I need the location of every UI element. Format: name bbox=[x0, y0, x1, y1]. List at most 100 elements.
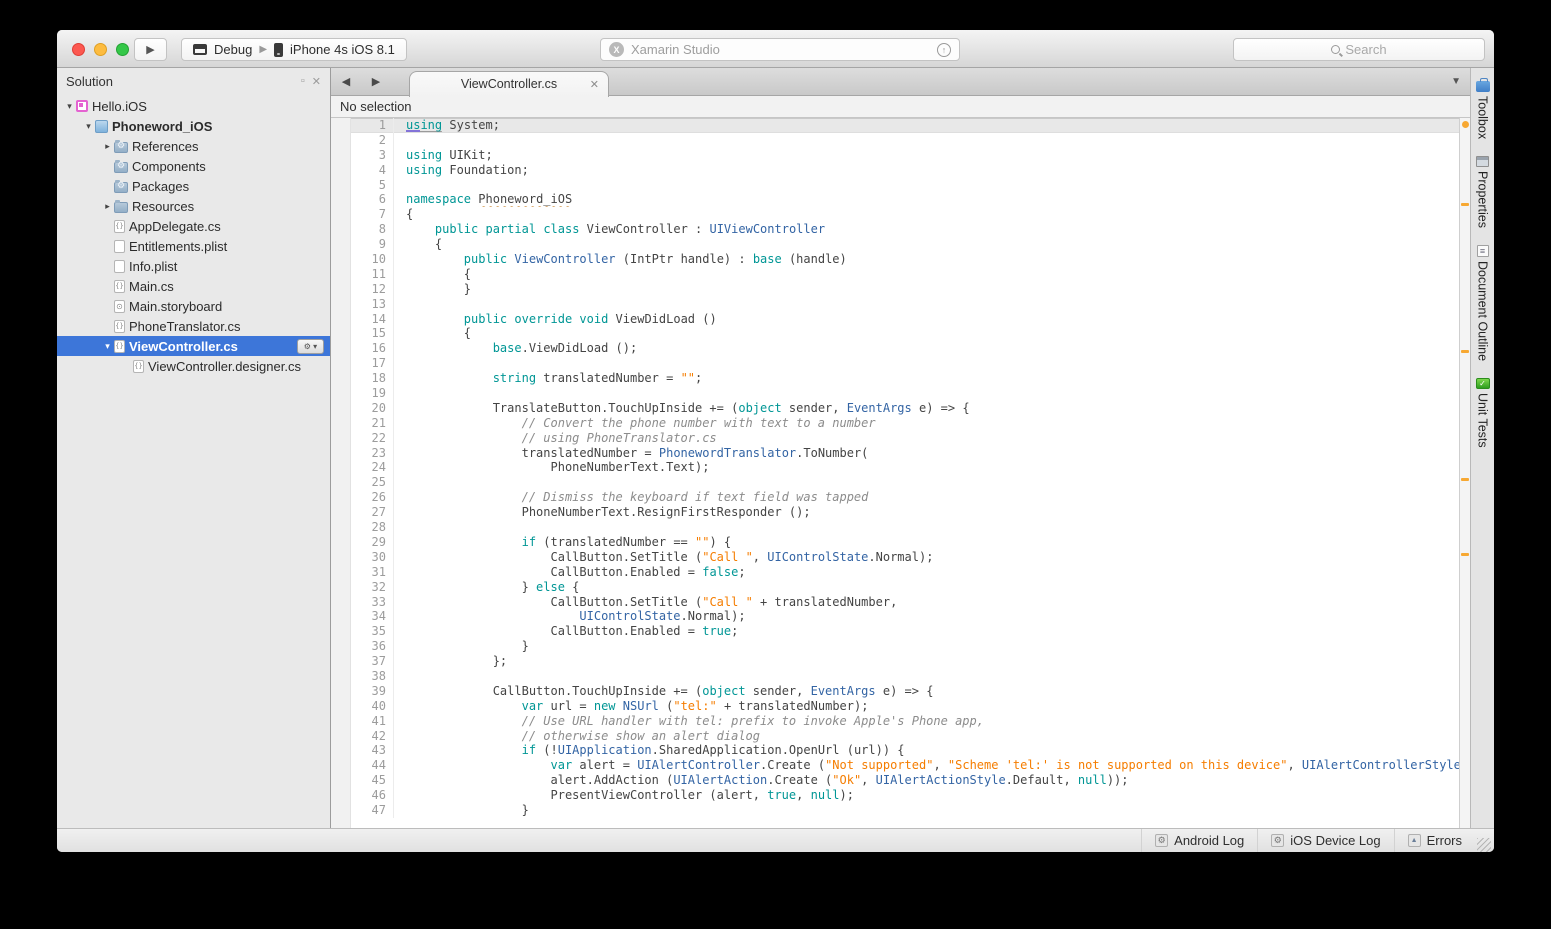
code-line[interactable]: 32 } else { bbox=[351, 580, 1459, 595]
code-line[interactable]: 20 TranslateButton.TouchUpInside += (obj… bbox=[351, 401, 1459, 416]
tree-item-main-cs[interactable]: Main.cs bbox=[57, 276, 330, 296]
code-line[interactable]: 40 var url = new NSUrl ("tel:" + transla… bbox=[351, 699, 1459, 714]
expander-icon[interactable]: ▾ bbox=[101, 341, 114, 352]
build-target-selector[interactable]: Debug ▶ iPhone 4s iOS 8.1 bbox=[181, 38, 407, 61]
overview-task-mark[interactable] bbox=[1461, 350, 1469, 353]
code-line[interactable]: 39 CallButton.TouchUpInside += (object s… bbox=[351, 684, 1459, 699]
code-line[interactable]: 38 bbox=[351, 669, 1459, 684]
resize-grip[interactable] bbox=[1477, 838, 1491, 852]
overview-task-mark[interactable] bbox=[1461, 553, 1469, 556]
expander-icon[interactable]: ▸ bbox=[101, 201, 114, 212]
zoom-button[interactable] bbox=[116, 43, 129, 56]
tree-item-main-storyboard[interactable]: Main.storyboard bbox=[57, 296, 330, 316]
code-line[interactable]: 5 bbox=[351, 178, 1459, 193]
code-editor[interactable]: 1using System;23using UIKit;4using Found… bbox=[331, 118, 1470, 828]
item-options-gear-button[interactable]: ⚙ ▾ bbox=[297, 339, 324, 354]
tree-item-references[interactable]: ▸References bbox=[57, 136, 330, 156]
run-button[interactable]: ▶ bbox=[134, 38, 167, 61]
code-line[interactable]: 46 PresentViewController (alert, true, n… bbox=[351, 788, 1459, 803]
code-line[interactable]: 16 base.ViewDidLoad (); bbox=[351, 341, 1459, 356]
code-line[interactable]: 1using System; bbox=[351, 118, 1459, 133]
code-lines[interactable]: 1using System;23using UIKit;4using Found… bbox=[351, 118, 1470, 828]
code-line[interactable]: 45 alert.AddAction (UIAlertAction.Create… bbox=[351, 773, 1459, 788]
tree-item-entitlements-plist[interactable]: Entitlements.plist bbox=[57, 236, 330, 256]
code-line[interactable]: 15 { bbox=[351, 326, 1459, 341]
tree-item-packages[interactable]: Packages bbox=[57, 176, 330, 196]
line-number: 17 bbox=[351, 356, 394, 371]
code-line[interactable]: 3using UIKit; bbox=[351, 148, 1459, 163]
code-line[interactable]: 31 CallButton.Enabled = false; bbox=[351, 565, 1459, 580]
expander-icon[interactable]: ▾ bbox=[63, 101, 76, 112]
navigate-back-icon[interactable]: ◀ bbox=[331, 75, 361, 88]
tree-item-appdelegate-cs[interactable]: AppDelegate.cs bbox=[57, 216, 330, 236]
tree-item-viewcontroller-designer-cs[interactable]: ViewController.designer.cs bbox=[57, 356, 330, 376]
code-line[interactable]: 36 } bbox=[351, 639, 1459, 654]
code-line[interactable]: 33 CallButton.SetTitle ("Call " + transl… bbox=[351, 595, 1459, 610]
code-line[interactable]: 19 bbox=[351, 386, 1459, 401]
minimize-button[interactable] bbox=[94, 43, 107, 56]
code-line[interactable]: 21 // Convert the phone number with text… bbox=[351, 416, 1459, 431]
code-line[interactable]: 30 CallButton.SetTitle ("Call ", UIContr… bbox=[351, 550, 1459, 565]
dock-tab-properties[interactable]: Properties bbox=[1476, 156, 1490, 228]
statusbar-errors[interactable]: Errors bbox=[1394, 829, 1475, 852]
close-pad-icon[interactable]: ✕ bbox=[312, 75, 321, 88]
code-line[interactable]: 7{ bbox=[351, 207, 1459, 222]
code-line[interactable]: 13 bbox=[351, 297, 1459, 312]
tree-item-components[interactable]: Components bbox=[57, 156, 330, 176]
update-arrow-icon[interactable]: ↑ bbox=[937, 43, 951, 57]
breadcrumb[interactable]: No selection bbox=[331, 96, 1470, 118]
expander-icon[interactable]: ▾ bbox=[82, 121, 95, 132]
code-line[interactable]: 28 bbox=[351, 520, 1459, 535]
code-line[interactable]: 4using Foundation; bbox=[351, 163, 1459, 178]
dock-tab-toolbox[interactable]: Toolbox bbox=[1476, 78, 1490, 139]
code-line[interactable]: 42 // otherwise show an alert dialog bbox=[351, 729, 1459, 744]
code-line[interactable]: 41 // Use URL handler with tel: prefix t… bbox=[351, 714, 1459, 729]
code-line[interactable]: 29 if (translatedNumber == "") { bbox=[351, 535, 1459, 550]
code-line[interactable]: 14 public override void ViewDidLoad () bbox=[351, 312, 1459, 327]
statusbar-ios-device-log[interactable]: iOS Device Log bbox=[1257, 829, 1393, 852]
dock-icon[interactable]: ▫ bbox=[301, 75, 305, 87]
code-line[interactable]: 35 CallButton.Enabled = true; bbox=[351, 624, 1459, 639]
tree-item-hello-ios[interactable]: ▾Hello.iOS bbox=[57, 96, 330, 116]
navigate-forward-icon[interactable]: ▶ bbox=[361, 75, 391, 88]
overview-task-mark[interactable] bbox=[1461, 478, 1469, 481]
code-line[interactable]: 43 if (!UIApplication.SharedApplication.… bbox=[351, 743, 1459, 758]
dock-tab-document-outline[interactable]: Document Outline bbox=[1476, 245, 1490, 361]
code-line[interactable]: 47 } bbox=[351, 803, 1459, 818]
statusbar-android-log[interactable]: Android Log bbox=[1141, 829, 1257, 852]
tree-item-resources[interactable]: ▸Resources bbox=[57, 196, 330, 216]
code-line[interactable]: 37 }; bbox=[351, 654, 1459, 669]
code-line[interactable]: 22 // using PhoneTranslator.cs bbox=[351, 431, 1459, 446]
tree-item-phoneword-ios[interactable]: ▾Phoneword_iOS bbox=[57, 116, 330, 136]
fold-margin bbox=[394, 222, 406, 237]
code-line[interactable]: 8 public partial class ViewController : … bbox=[351, 222, 1459, 237]
tab-close-icon[interactable]: ✕ bbox=[590, 78, 599, 91]
dock-tab-unit-tests[interactable]: Unit Tests bbox=[1476, 378, 1490, 448]
code-line[interactable]: 24 PhoneNumberText.Text); bbox=[351, 460, 1459, 475]
overview-ruler-scrollbar[interactable] bbox=[1459, 118, 1470, 828]
code-line[interactable]: 2 bbox=[351, 133, 1459, 148]
overview-task-mark[interactable] bbox=[1461, 203, 1469, 206]
code-line[interactable]: 6namespace Phoneword_iOS bbox=[351, 192, 1459, 207]
breakpoint-margin[interactable] bbox=[331, 118, 351, 828]
tab-viewcontroller-cs[interactable]: ViewController.cs ✕ bbox=[409, 71, 609, 97]
code-line[interactable]: 23 translatedNumber = PhonewordTranslato… bbox=[351, 446, 1459, 461]
code-line[interactable]: 18 string translatedNumber = ""; bbox=[351, 371, 1459, 386]
code-line[interactable]: 26 // Dismiss the keyboard if text field… bbox=[351, 490, 1459, 505]
expander-icon[interactable]: ▸ bbox=[101, 141, 114, 152]
code-line[interactable]: 25 bbox=[351, 475, 1459, 490]
code-line[interactable]: 12 } bbox=[351, 282, 1459, 297]
search-input[interactable]: Search bbox=[1233, 38, 1485, 61]
tab-overflow-menu-icon[interactable]: ▼ bbox=[1451, 76, 1461, 87]
close-button[interactable] bbox=[72, 43, 85, 56]
tree-item-info-plist[interactable]: Info.plist bbox=[57, 256, 330, 276]
code-line[interactable]: 27 PhoneNumberText.ResignFirstResponder … bbox=[351, 505, 1459, 520]
tree-item-phonetranslator-cs[interactable]: PhoneTranslator.cs bbox=[57, 316, 330, 336]
code-line[interactable]: 44 var alert = UIAlertController.Create … bbox=[351, 758, 1459, 773]
code-line[interactable]: 11 { bbox=[351, 267, 1459, 282]
code-line[interactable]: 9 { bbox=[351, 237, 1459, 252]
code-line[interactable]: 17 bbox=[351, 356, 1459, 371]
code-line[interactable]: 34 UIControlState.Normal); bbox=[351, 609, 1459, 624]
tree-item-viewcontroller-cs[interactable]: ▾ViewController.cs⚙ ▾ bbox=[57, 336, 330, 356]
code-line[interactable]: 10 public ViewController (IntPtr handle)… bbox=[351, 252, 1459, 267]
